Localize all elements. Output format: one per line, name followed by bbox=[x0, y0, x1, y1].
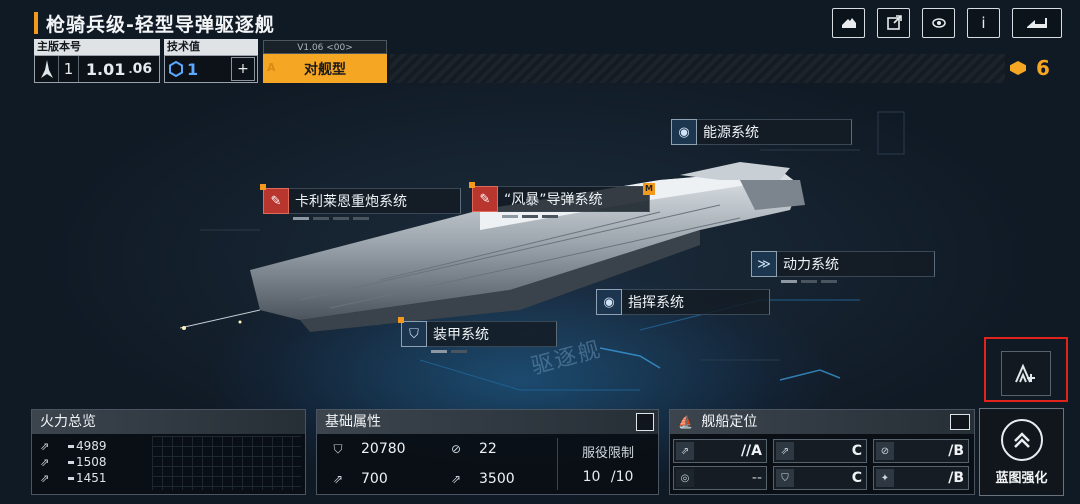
position-cell[interactable]: ⇗ //A bbox=[673, 439, 767, 463]
system-storm-label: “风暴”导弹系统 M bbox=[498, 183, 655, 212]
firepower-panel: 火力总览 ⇗ 4989 ⇗ 1508 ⇗ 1451 bbox=[31, 409, 306, 495]
attributes-header: 基础属性 bbox=[317, 410, 658, 434]
firepower-row: ⇗ 1508 bbox=[32, 454, 305, 470]
corner-marker bbox=[469, 182, 475, 188]
anti-ship-icon: ⇗ bbox=[676, 442, 694, 460]
hp-value: 20780 bbox=[361, 441, 406, 457]
firepower-bar bbox=[68, 460, 74, 464]
weapon-icon: ⇗ bbox=[40, 439, 50, 453]
service-limit-value: 10 /10 bbox=[558, 469, 658, 485]
shield-icon: ⛉ bbox=[401, 321, 427, 347]
service-max: /10 bbox=[610, 469, 634, 485]
firepower-value: 1508 bbox=[76, 455, 107, 469]
firepower-title: 火力总览 bbox=[32, 410, 305, 434]
defense-icon: ⛉ bbox=[776, 469, 794, 487]
system-power[interactable]: ≫ 动力系统 bbox=[751, 250, 935, 283]
blueprint-enhance-button[interactable]: 蓝图强化 bbox=[979, 408, 1064, 496]
service-current: 10 bbox=[582, 469, 601, 485]
blueprint-enhance-label: 蓝图强化 bbox=[995, 470, 1048, 486]
position-grade: /B bbox=[948, 470, 964, 486]
weapon-icon: ⇗ bbox=[40, 455, 50, 469]
system-storm-slots bbox=[502, 215, 558, 218]
ship-icon: ⛵ bbox=[678, 415, 693, 429]
storm-badge: M bbox=[643, 183, 655, 195]
system-karilyon-label: 卡利莱恩重炮系统 bbox=[289, 188, 461, 214]
warp-value: 3500 bbox=[479, 471, 515, 487]
service-limit-label: 服役限制 bbox=[581, 446, 634, 461]
system-command[interactable]: ◉ 指挥系统 bbox=[596, 288, 770, 316]
position-grade: /B bbox=[948, 443, 964, 459]
system-command-label: 指挥系统 bbox=[622, 289, 770, 315]
anti-air-icon: ⇗ bbox=[776, 442, 794, 460]
position-cell[interactable]: ⊘ /B bbox=[873, 439, 969, 463]
corner-marker bbox=[260, 184, 266, 190]
system-power-slots bbox=[781, 280, 837, 283]
position-cell[interactable]: ✦ /B bbox=[873, 466, 969, 490]
armor-icon: ⊘ bbox=[450, 442, 462, 456]
support-icon: ◎ bbox=[676, 469, 694, 487]
system-armor-label: 装甲系统 bbox=[427, 321, 557, 347]
position-grade: C bbox=[851, 470, 862, 486]
firepower-row: ⇗ 1451 bbox=[32, 470, 305, 486]
corner-marker bbox=[398, 317, 404, 323]
hp-icon: ⛉ bbox=[333, 441, 343, 456]
copy-icon[interactable] bbox=[636, 413, 654, 431]
firepower-bar bbox=[68, 476, 74, 480]
speed-value: 700 bbox=[361, 471, 388, 487]
position-cell[interactable]: ⛉ C bbox=[773, 466, 867, 490]
chevron-up-icon bbox=[1000, 418, 1043, 461]
attributes-title: 基础属性 bbox=[325, 414, 381, 430]
armor-value: 22 bbox=[479, 441, 497, 457]
cannon-icon: ✎ bbox=[263, 188, 289, 214]
tag-icon[interactable] bbox=[950, 414, 970, 430]
speed-icon: ⇗ bbox=[332, 472, 344, 486]
system-power-label: 动力系统 bbox=[777, 251, 935, 277]
energy-icon: ◉ bbox=[671, 119, 697, 145]
firepower-value: 1451 bbox=[76, 471, 107, 485]
electronic-icon: ✦ bbox=[876, 469, 894, 487]
attributes-panel: 基础属性 ⛉ 20780 ⊘ 22 ⇗ 700 ⇗ 3500 服役限制 10 /10 bbox=[316, 409, 659, 495]
engine-icon: ≫ bbox=[751, 251, 777, 277]
system-storm-text: “风暴”导弹系统 bbox=[504, 192, 603, 208]
system-karilyon-slots bbox=[293, 217, 369, 220]
command-icon: ◉ bbox=[596, 289, 622, 315]
upgrade-icon bbox=[1015, 363, 1035, 382]
positioning-panel: ⛵ 舰船定位 ⇗ //A ⇗ C ⊘ /B ◎ -- ⛉ C ✦ /B bbox=[669, 409, 975, 495]
system-armor-slots bbox=[431, 350, 467, 353]
missile-icon: ✎ bbox=[472, 186, 498, 212]
system-energy-label: 能源系统 bbox=[697, 119, 852, 145]
positioning-title: 舰船定位 bbox=[701, 414, 758, 430]
system-armor[interactable]: ⛉ 装甲系统 bbox=[398, 317, 557, 353]
system-energy[interactable]: ◉ 能源系统 bbox=[671, 118, 852, 146]
weapon-icon: ⇗ bbox=[40, 471, 50, 485]
position-cell[interactable]: ⇗ C bbox=[773, 439, 867, 463]
siege-icon: ⊘ bbox=[876, 442, 894, 460]
position-grade: C bbox=[851, 443, 862, 459]
position-grade: //A bbox=[740, 443, 762, 459]
position-grade: -- bbox=[751, 470, 762, 486]
system-storm[interactable]: ✎ “风暴”导弹系统 M bbox=[469, 182, 655, 218]
positioning-header: ⛵ 舰船定位 bbox=[670, 410, 974, 434]
firepower-row: ⇗ 4989 bbox=[32, 438, 305, 454]
system-karilyon[interactable]: ✎ 卡利莱恩重炮系统 bbox=[260, 184, 461, 220]
position-cell[interactable]: ◎ -- bbox=[673, 466, 767, 490]
firepower-bar bbox=[68, 444, 74, 448]
upgrade-button[interactable] bbox=[1001, 351, 1051, 396]
warp-icon: ⇗ bbox=[450, 472, 462, 486]
firepower-value: 4989 bbox=[76, 439, 107, 453]
